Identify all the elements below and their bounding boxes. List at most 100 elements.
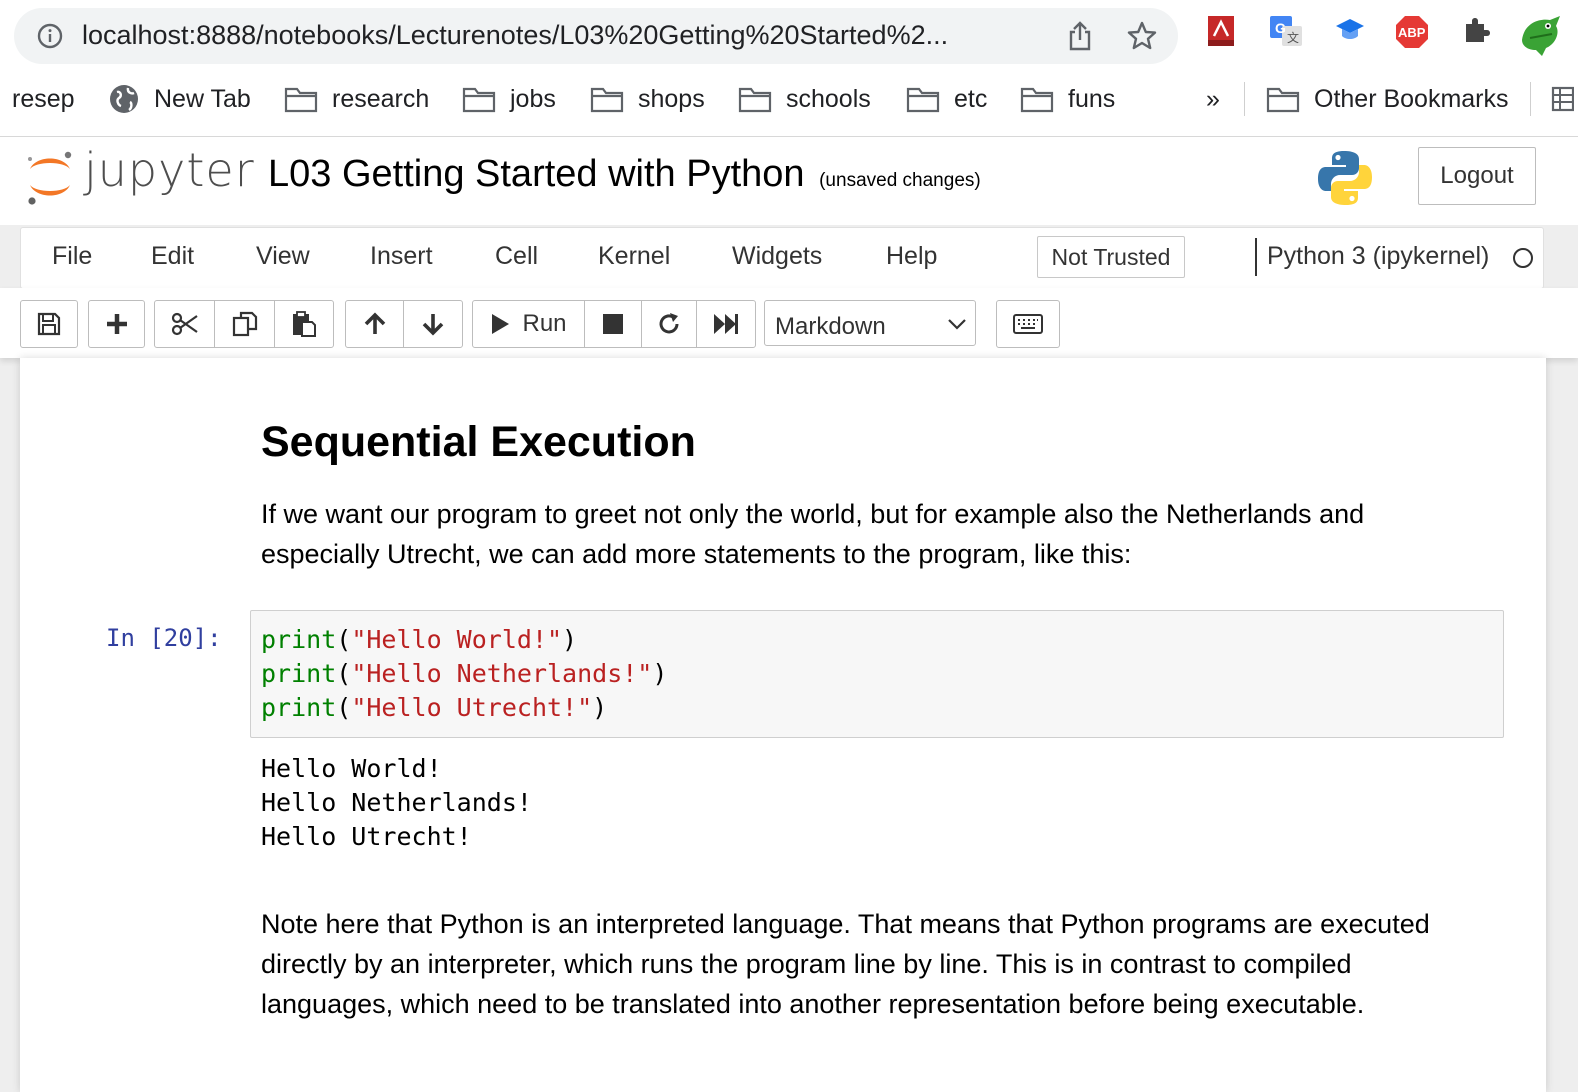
reading-list-icon[interactable] — [1550, 82, 1578, 116]
bookmark-folder-etc[interactable]: etc — [906, 82, 987, 116]
trust-notebook-button[interactable]: Not Trusted — [1037, 236, 1185, 278]
python-logo-icon — [1316, 149, 1374, 212]
bookmark-folder-research[interactable]: research — [284, 82, 429, 116]
bookmark-new-tab[interactable]: New Tab — [108, 82, 251, 116]
bookmarks-overflow-button[interactable]: » — [1206, 82, 1220, 116]
notebook-title[interactable]: L03 Getting Started with Python (unsaved… — [268, 153, 981, 196]
code-paren: ) — [562, 625, 578, 654]
logout-button[interactable]: Logout — [1418, 147, 1536, 205]
arrow-down-icon — [422, 314, 444, 336]
toolbar-group-save — [20, 300, 78, 348]
share-icon[interactable] — [1066, 20, 1094, 57]
svg-text:G: G — [1275, 20, 1286, 36]
bookmark-folder-jobs[interactable]: jobs — [462, 82, 556, 116]
code-line: print("Hello Netherlands!") — [261, 659, 667, 688]
address-bar[interactable]: localhost:8888/notebooks/Lecturenotes/L0… — [14, 8, 1178, 64]
pdf-extension-icon[interactable] — [1204, 14, 1238, 53]
cut-cells-button[interactable] — [155, 301, 215, 347]
folder-icon — [462, 87, 496, 113]
bookmark-label: etc — [954, 84, 988, 113]
code-cell-editor[interactable]: print("Hello World!") print("Hello Nethe… — [250, 610, 1504, 738]
graduation-cap-extension-icon[interactable] — [1334, 14, 1366, 51]
svg-text:文: 文 — [1287, 30, 1299, 45]
menubar: File Edit View Insert Cell Kernel Widget… — [20, 227, 1544, 289]
bookmark-folder-funs[interactable]: funs — [1020, 82, 1115, 116]
kernel-name[interactable]: Python 3 (ipykernel) — [1267, 242, 1489, 271]
floppy-disk-icon — [37, 312, 61, 336]
code-paren: ) — [652, 659, 668, 688]
markdown-paragraph-line: especially Utrecht, we can add more stat… — [261, 539, 1132, 569]
jupyter-header: jupyter L03 Getting Started with Python … — [0, 137, 1578, 225]
code-string: "Hello World!" — [351, 625, 563, 654]
site-info-icon[interactable] — [36, 22, 64, 55]
url-text[interactable]: localhost:8888/notebooks/Lecturenotes/L0… — [82, 20, 1062, 51]
code-function: print — [261, 693, 337, 722]
menu-cell[interactable]: Cell — [495, 242, 538, 271]
stop-icon — [603, 314, 623, 334]
save-status: (unsaved changes) — [819, 170, 981, 191]
markdown-paragraph-line: If we want our program to greet not only… — [261, 499, 1365, 529]
restart-icon — [659, 313, 679, 334]
crocodile-avatar-icon[interactable] — [1516, 10, 1564, 63]
bookmark-label: New Tab — [154, 84, 251, 113]
bookmarks-divider — [1530, 82, 1531, 116]
input-prompt: In [20]: — [106, 624, 222, 652]
bookmark-label: Other Bookmarks — [1314, 84, 1509, 113]
menu-edit[interactable]: Edit — [151, 242, 194, 271]
interrupt-kernel-button[interactable] — [585, 301, 642, 347]
bookmark-star-icon[interactable] — [1126, 20, 1158, 57]
toolbar-group-insert — [88, 300, 145, 348]
bookmark-folder-shops[interactable]: shops — [590, 82, 705, 116]
move-cell-down-button[interactable] — [404, 301, 462, 347]
jupyter-logo-text[interactable]: jupyter — [84, 143, 255, 197]
markdown-paragraph-line: Note here that Python is an interpreted … — [261, 909, 1430, 939]
run-cell-button[interactable]: Run — [473, 301, 585, 347]
paste-cells-button[interactable] — [275, 301, 333, 347]
move-cell-up-button[interactable] — [346, 301, 404, 347]
browser-chrome: localhost:8888/notebooks/Lecturenotes/L0… — [0, 0, 1578, 137]
save-button[interactable] — [21, 301, 77, 347]
jupyter-logo-icon[interactable] — [24, 147, 76, 212]
menu-view[interactable]: View — [256, 242, 310, 271]
copy-cells-button[interactable] — [215, 301, 275, 347]
kernel-idle-indicator-icon — [1513, 248, 1533, 268]
command-palette-button[interactable] — [997, 301, 1059, 347]
menu-insert[interactable]: Insert — [370, 242, 433, 271]
notebook-name[interactable]: L03 Getting Started with Python — [268, 153, 805, 195]
toolbar: Run Markdown — [0, 288, 1578, 358]
code-paren: ( — [336, 659, 352, 688]
output-line: Hello Netherlands! — [261, 788, 532, 817]
notebook-container: Sequential Execution If we want our prog… — [20, 358, 1546, 1092]
puzzle-extensions-icon[interactable] — [1460, 14, 1492, 51]
globe-icon — [110, 85, 138, 113]
restart-kernel-button[interactable] — [642, 301, 697, 347]
code-paren: ( — [336, 693, 352, 722]
menu-widgets[interactable]: Widgets — [732, 242, 822, 271]
bookmark-label: resep — [12, 84, 75, 113]
restart-run-all-button[interactable] — [697, 301, 755, 347]
markdown-paragraph-line: languages, which need to be translated i… — [261, 989, 1365, 1019]
markdown-paragraph-line: directly by an interpreter, which runs t… — [261, 949, 1352, 979]
bookmark-folder-schools[interactable]: schools — [738, 82, 871, 116]
folder-icon — [1020, 87, 1054, 113]
cell-type-select[interactable]: Markdown — [764, 300, 976, 346]
plus-icon — [106, 314, 127, 334]
svg-text:ABP: ABP — [1398, 25, 1426, 40]
toolbar-group-shortcuts — [996, 300, 1060, 348]
folder-icon — [284, 87, 318, 113]
scissors-icon — [171, 312, 198, 336]
menu-help[interactable]: Help — [886, 242, 937, 271]
menu-file[interactable]: File — [52, 242, 92, 271]
folder-icon — [738, 87, 772, 113]
bookmark-other-bookmarks[interactable]: Other Bookmarks — [1266, 82, 1509, 116]
folder-icon — [590, 87, 624, 113]
translate-extension-icon[interactable]: G文 — [1268, 14, 1304, 55]
bookmarks-bar: resep New Tab research jobs shops school… — [0, 76, 1578, 122]
run-label: Run — [522, 310, 567, 337]
code-string: "Hello Netherlands!" — [351, 659, 653, 688]
menu-kernel[interactable]: Kernel — [598, 242, 670, 271]
section-heading: Sequential Execution — [261, 418, 696, 466]
adblock-plus-icon[interactable]: ABP — [1394, 14, 1430, 55]
insert-cell-below-button[interactable] — [89, 301, 144, 347]
bookmark-resep[interactable]: resep — [12, 82, 75, 116]
